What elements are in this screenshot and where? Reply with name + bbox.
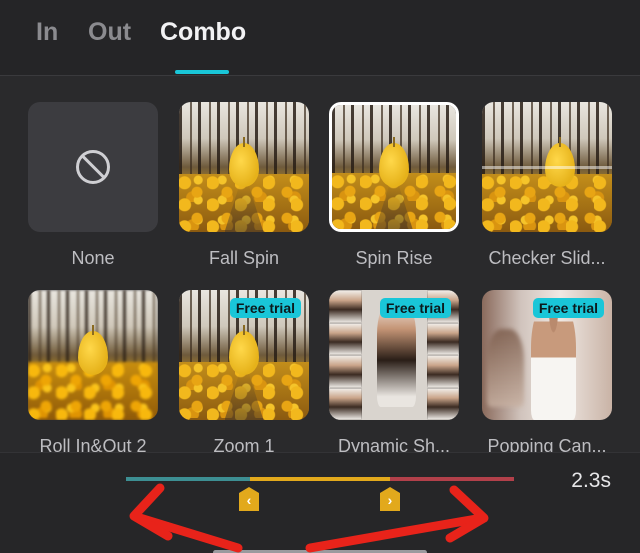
effect-thumbnail: [179, 102, 309, 232]
effect-label: Dynamic Sh...: [337, 436, 451, 452]
effect-label: Popping Can...: [487, 436, 607, 452]
tab-bar: In Out Combo: [0, 0, 640, 76]
active-tab-indicator: [175, 70, 229, 74]
animation-grid: None Fall Spin Spin Rise Checker Slid...…: [0, 90, 640, 452]
tab-out[interactable]: Out: [88, 18, 131, 47]
effect-label: Roll In&Out 2: [39, 436, 147, 452]
effect-thumbnail: Free trial: [179, 290, 309, 420]
effect-thumbnail: Free trial: [329, 290, 459, 420]
effect-label: Spin Rise: [355, 248, 433, 268]
leaf-icon: [78, 325, 108, 375]
free-trial-badge: Free trial: [379, 298, 451, 318]
effect-label: None: [71, 248, 115, 268]
leaf-icon: [229, 325, 259, 375]
tab-in[interactable]: In: [36, 18, 58, 47]
free-trial-badge: Free trial: [532, 298, 604, 318]
effect-thumbnail: Free trial: [482, 290, 612, 420]
effect-label: Zoom 1: [213, 436, 275, 452]
effect-thumbnail: [482, 102, 612, 232]
effect-thumbnail: [28, 102, 158, 232]
effect-label: Checker Slid...: [488, 248, 606, 268]
annotation-arrows: [129, 483, 489, 553]
effect-thumbnail: [329, 102, 459, 232]
free-trial-badge: Free trial: [229, 298, 301, 318]
prohibited-icon: [76, 150, 110, 184]
leaf-icon: [379, 137, 409, 187]
right-arrowhead-icon: [445, 485, 489, 543]
leaf-icon: [229, 137, 259, 187]
effect-thumbnail: [28, 290, 158, 420]
duration-value: 2.3s: [571, 469, 611, 492]
effect-label: Fall Spin: [208, 248, 280, 268]
tab-combo[interactable]: Combo: [160, 18, 246, 47]
left-arrowhead-icon: [129, 483, 173, 541]
